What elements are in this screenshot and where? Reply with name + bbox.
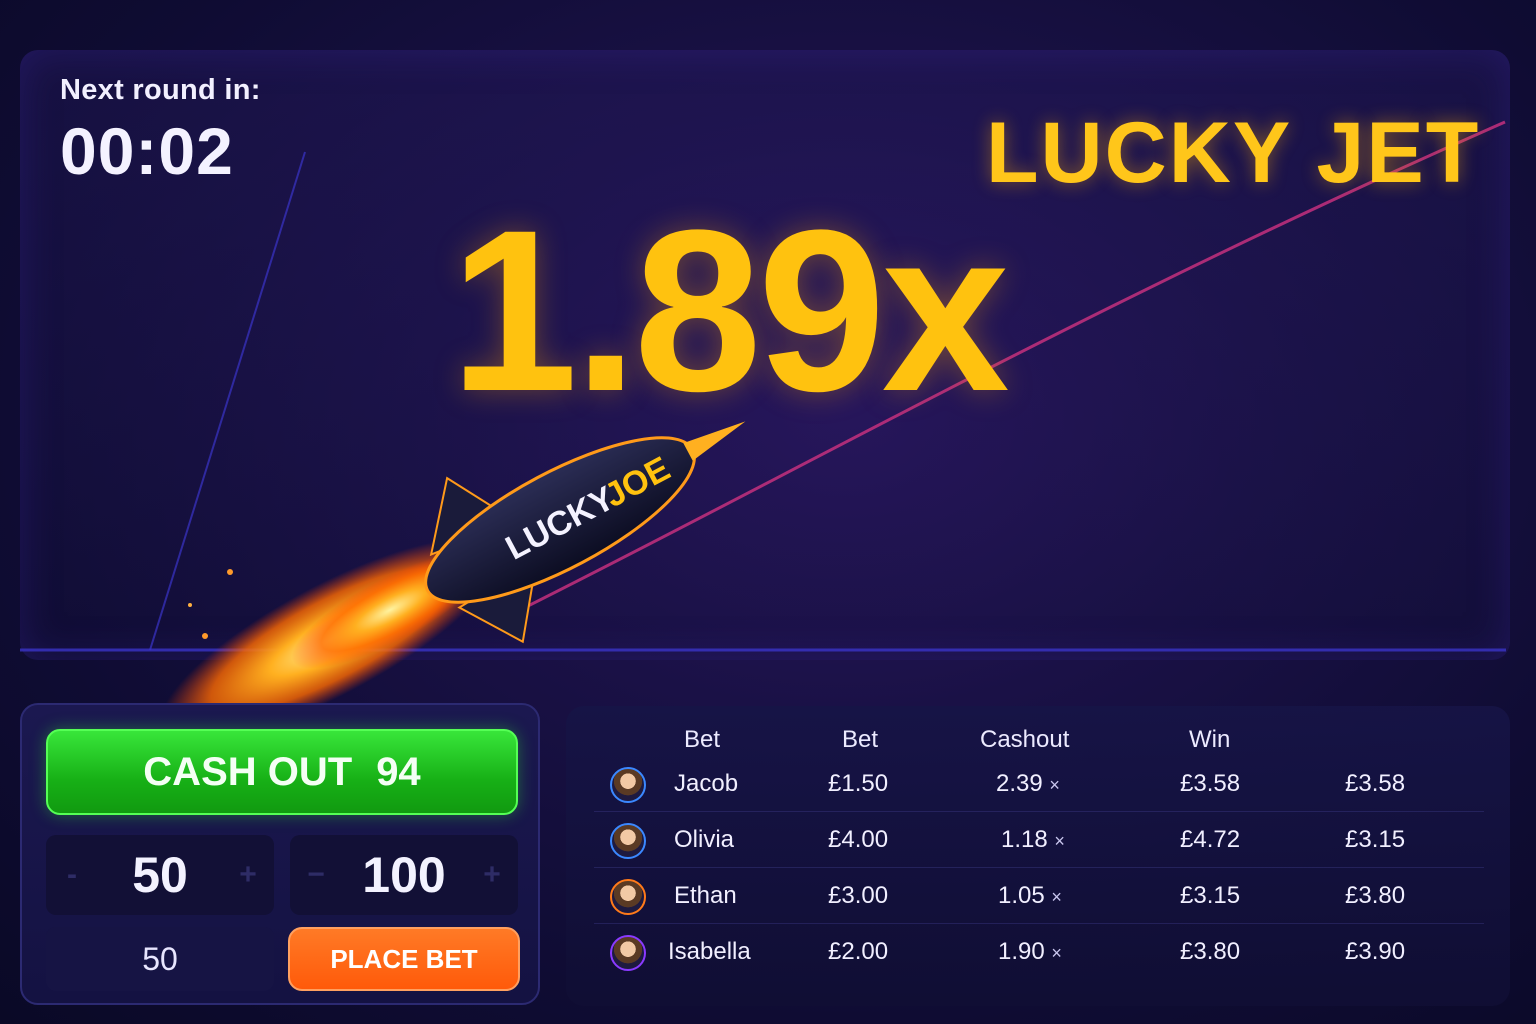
countdown-label: Next round in: [60, 74, 261, 106]
table-row: Isabella £2.00 1.90 × £3.80 £3.90 [594, 928, 1484, 980]
avatar [610, 935, 646, 971]
table-row: Jacob £1.50 2.39 × £3.58 £3.58 [594, 760, 1484, 812]
extra-amount: £3.58 [1345, 770, 1406, 797]
win-amount: £3.58 [1180, 770, 1241, 797]
cashout-multiplier: 2.39 × [996, 770, 1060, 797]
bet-amount: £1.50 [828, 770, 889, 797]
bet-stepper-right: − 100 + [290, 835, 518, 915]
stepper-value[interactable]: 100 [362, 846, 445, 904]
countdown-timer: 00:02 [60, 114, 234, 188]
countdown: Next round in: 00:02 [60, 74, 261, 189]
extra-amount: £3.90 [1345, 938, 1406, 965]
decrement-button[interactable]: − [306, 858, 326, 892]
player-name: Olivia [674, 826, 735, 853]
player-name: Ethan [674, 882, 737, 909]
decrement-button[interactable]: - [62, 858, 82, 892]
avatar [610, 823, 646, 859]
column-header-bet: Bet [684, 726, 721, 753]
player-name: Isabella [668, 938, 751, 965]
bet-stepper-left: - 50 + [46, 835, 274, 915]
column-header-win: Win [1189, 726, 1231, 753]
game-logo-title: LUCKY JET [986, 105, 1481, 201]
bet-panel: CASH OUT 94 - 50 + − 100 + 50 PLACE BET [20, 703, 540, 1005]
player-name: Jacob [674, 770, 739, 797]
increment-button[interactable]: + [482, 858, 502, 892]
win-amount: £3.80 [1180, 938, 1241, 965]
place-bet-button[interactable]: PLACE BET [288, 927, 520, 991]
guide-line [149, 151, 306, 651]
cashout-label: CASH OUT [143, 749, 353, 794]
table-row: Ethan £3.00 1.05 × £3.15 £3.80 [594, 872, 1484, 924]
column-header-cashout: Cashout [980, 726, 1070, 753]
extra-amount: £3.15 [1345, 826, 1406, 853]
win-amount: £4.72 [1180, 826, 1241, 853]
game-stage: LUCKY JOE Next round in: 00:02 LUCKY JET… [0, 0, 1536, 1024]
bets-table: Bet Bet Cashout Win Jacob £1.50 2.39 × £… [566, 706, 1510, 1006]
bet-amount: £2.00 [828, 938, 889, 965]
cashout-multiplier: 1.05 × [998, 882, 1062, 909]
avatar [610, 879, 646, 915]
cashout-value: 94 [376, 749, 421, 794]
cashout-multiplier: 1.90 × [998, 938, 1062, 965]
win-amount: £3.15 [1180, 882, 1241, 909]
cashout-button[interactable]: CASH OUT 94 [46, 729, 518, 815]
avatar [610, 767, 646, 803]
increment-button[interactable]: + [238, 858, 258, 892]
bet-amount-field[interactable]: 50 [46, 927, 274, 991]
table-row: Olivia £4.00 1.18 × £4.72 £3.15 [594, 816, 1484, 868]
bet-amount: £4.00 [828, 826, 889, 853]
cashout-multiplier: 1.18 × [1001, 826, 1065, 853]
current-multiplier: 1.89x [450, 182, 1010, 439]
column-header-bet-amount: Bet [842, 726, 879, 753]
bet-amount: £3.00 [828, 882, 889, 909]
stepper-value[interactable]: 50 [132, 846, 188, 904]
extra-amount: £3.80 [1345, 882, 1406, 909]
